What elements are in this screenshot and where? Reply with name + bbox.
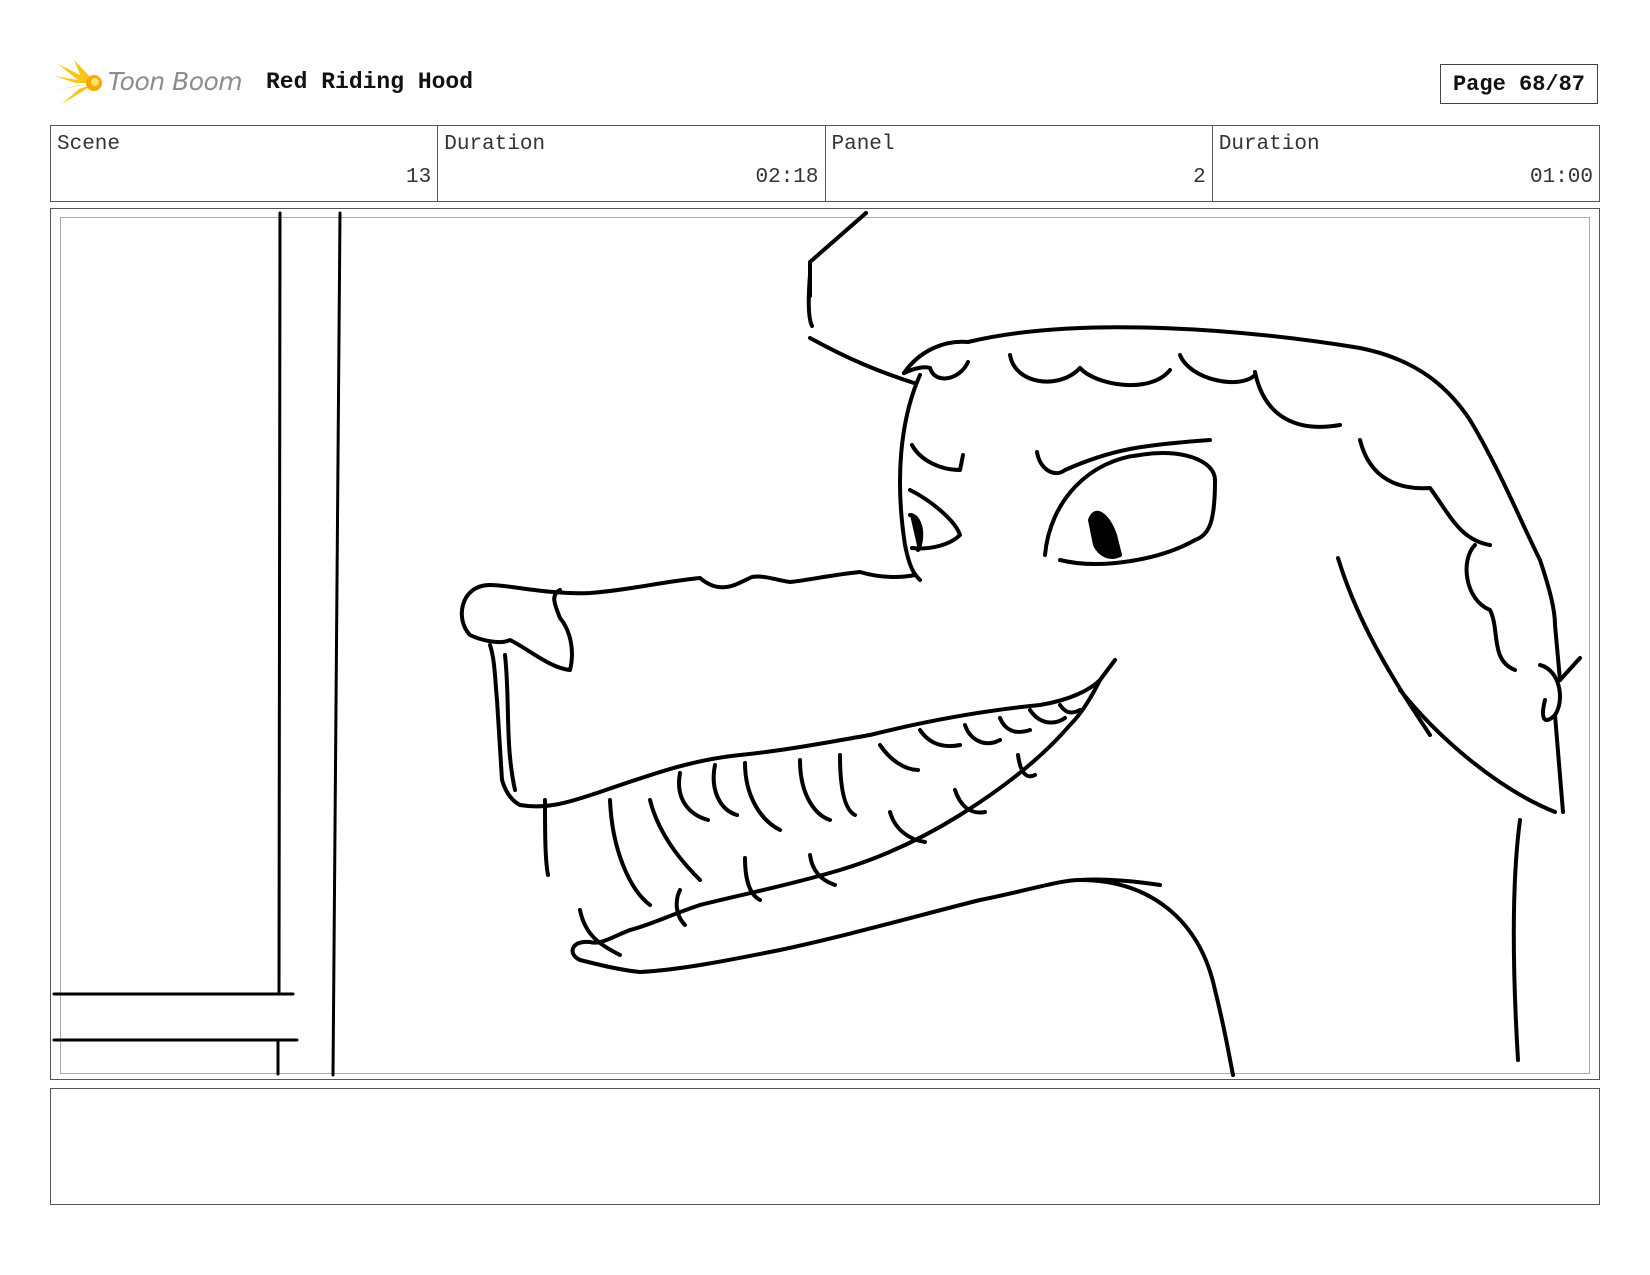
project-title: Red Riding Hood <box>266 69 474 95</box>
panel-duration-cell: Duration 01:00 <box>1213 126 1599 201</box>
panel-duration-label: Duration <box>1218 133 1320 156</box>
wolf-jaw-and-neck <box>570 818 1522 1077</box>
scene-duration-cell: Duration 02:18 <box>438 126 826 201</box>
panel-cell: Panel 2 <box>826 126 1213 201</box>
wolf-teeth <box>543 703 1082 957</box>
wolf-head-outline <box>1336 418 1582 814</box>
toon-boom-logo: Toon Boom <box>52 58 252 108</box>
panel-notes-box <box>50 1088 1600 1205</box>
panel-label: Panel <box>831 133 895 156</box>
panel-sketch <box>52 211 1582 1077</box>
scene-duration-value: 02:18 <box>755 166 819 189</box>
logo-wordmark: Toon Boom <box>108 67 243 96</box>
scene-value: 13 <box>406 166 432 189</box>
wolf-snout <box>459 373 1117 932</box>
starburst-icon <box>54 60 102 104</box>
panel-value: 2 <box>1193 166 1206 189</box>
page-indicator: Page 68/87 <box>1440 64 1598 104</box>
scene-duration-label: Duration <box>444 133 546 156</box>
bonnet-ruffle <box>902 325 1472 429</box>
panel-duration-value: 01:00 <box>1529 166 1593 189</box>
shot-info-table: Scene 13 Duration 02:18 Panel 2 Duration… <box>50 125 1600 202</box>
door-frame-lines <box>52 211 342 1077</box>
bonnet-outline <box>806 211 916 385</box>
wolf-brows <box>910 438 1212 476</box>
storyboard-header: Toon Boom Red Riding Hood Page 68/87 <box>50 52 1610 112</box>
scene-label: Scene <box>57 133 121 156</box>
scene-cell: Scene 13 <box>51 126 439 201</box>
